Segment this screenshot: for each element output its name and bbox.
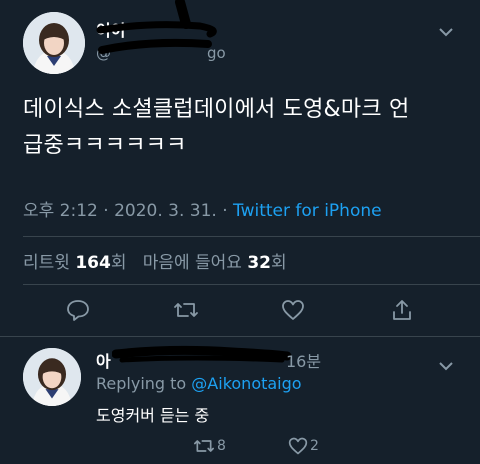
like-icon — [288, 436, 308, 456]
divider — [23, 284, 480, 285]
reply-text: 도영커버 듣는 중 — [96, 406, 210, 425]
likes-stat[interactable]: 마음에 들어요 32회 — [143, 253, 287, 273]
replying-to-handle[interactable]: @Aikonotaigo — [191, 374, 301, 393]
retweets-stat[interactable]: 리트윗 164회 — [23, 253, 126, 273]
tweet-time[interactable]: 오후 2:12 — [23, 201, 98, 221]
divider — [23, 236, 480, 237]
reply-like-button[interactable]: 2 — [288, 436, 319, 456]
like-icon[interactable] — [281, 298, 305, 322]
chevron-down-icon[interactable] — [438, 22, 454, 41]
redaction-scribble — [90, 0, 240, 62]
reply-like-count: 2 — [310, 438, 319, 454]
retweet-icon[interactable] — [173, 298, 199, 322]
chevron-down-icon[interactable] — [438, 356, 454, 375]
share-icon[interactable] — [390, 298, 414, 322]
divider — [0, 336, 480, 337]
replying-to: Replying to @Aikonotaigo — [96, 374, 302, 393]
author-avatar[interactable] — [23, 12, 85, 74]
reply-retweet-count: 8 — [217, 438, 226, 454]
reply-author-name[interactable]: 아 — [96, 348, 111, 372]
reply-author-avatar[interactable] — [23, 348, 81, 406]
tweet-text-line2: 급중ㅋㅋㅋㅋㅋㅋ — [23, 133, 187, 158]
redaction-scribble — [112, 344, 292, 368]
tweet-meta: 오후 2:12 · 2020. 3. 31. · Twitter for iPh… — [23, 201, 382, 221]
tweet-stats: 리트윗 164회 마음에 들어요 32회 — [23, 248, 287, 273]
tweet-text-line1: 데이식스 소셜클럽데이에서 도영&마크 언 — [23, 97, 410, 122]
tweet-date[interactable]: 2020. 3. 31. — [114, 201, 217, 221]
reply-time[interactable]: 16분 — [286, 348, 321, 372]
tweet-source[interactable]: Twitter for iPhone — [233, 201, 382, 221]
reply-retweet-button[interactable]: 8 — [193, 436, 226, 456]
tweet-text: 데이식스 소셜클럽데이에서 도영&마크 언 급중ㅋㅋㅋㅋㅋㅋ — [23, 92, 473, 164]
retweet-icon — [193, 436, 215, 456]
reply-icon[interactable] — [66, 298, 90, 322]
